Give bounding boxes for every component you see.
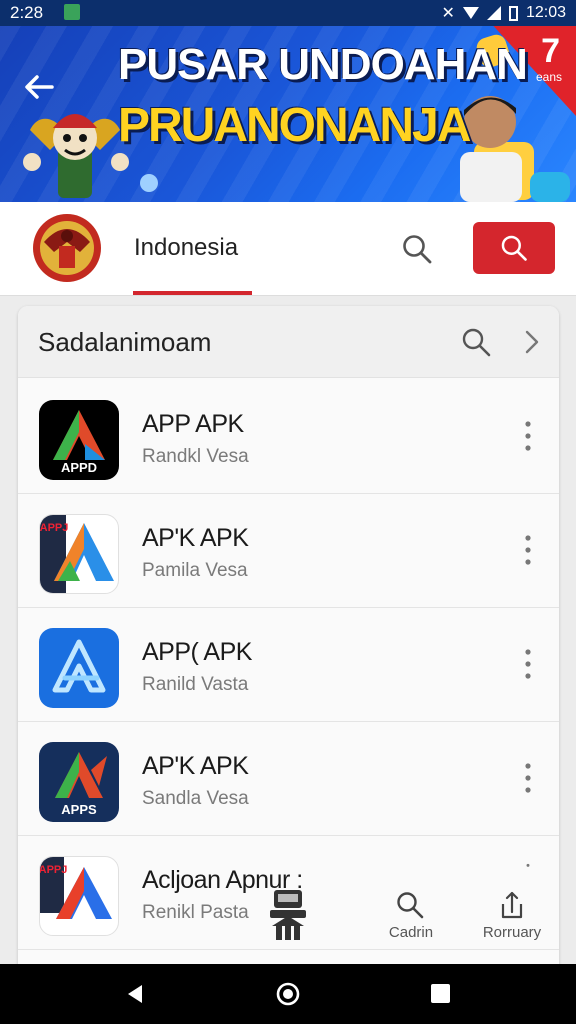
app-logo-icon: APPJ [40, 857, 112, 919]
banner-title-line2: PRUANONANJA [118, 99, 471, 152]
app-icon-text: APPJ [40, 864, 67, 876]
signal-icon [486, 6, 501, 20]
search-button[interactable] [473, 222, 555, 274]
wifi-icon [462, 7, 479, 19]
banner-title-line1: PUSAR UNDOAHAN [118, 40, 528, 89]
banner-badge-label: eans [535, 70, 562, 84]
banner-badge-number: 7 [541, 32, 560, 70]
list-item[interactable]: APPD APP APK Randkl Vesa [18, 380, 559, 494]
list-item[interactable]: APPS AP'K APK Sandla Vesa [18, 722, 559, 836]
list-item[interactable]: APP( APK Ranild Vasta [18, 608, 559, 722]
app-icon-text: APPS [61, 802, 97, 817]
app-icon: APPJ [39, 856, 119, 936]
banner-dice-decoration [530, 172, 570, 202]
tab-indonesia[interactable]: Indonesia [134, 234, 238, 262]
list-item[interactable]: APPJ AP'K APK Pamila Vesa [18, 494, 559, 608]
system-home-icon[interactable] [276, 982, 300, 1006]
more-vertical-icon[interactable] [518, 532, 538, 568]
status-bar: 2:28 ✕ 12:03 [0, 0, 576, 26]
nav-search-label[interactable]: Cadrin [376, 924, 446, 941]
nav-share-label[interactable]: Rorruary [472, 924, 552, 941]
garuda-mascot-illustration [23, 114, 129, 198]
bottom-navigation: Cadrin Rorruary [260, 880, 560, 960]
status-time: 2:28 [10, 3, 44, 22]
app-subtitle: Randkl Vesa [142, 446, 249, 467]
app-subtitle: Pamila Vesa [142, 560, 248, 581]
app-name: AP'K APK [142, 752, 249, 780]
app-icon: APPJ [39, 514, 119, 594]
app-logo-icon: APPD [53, 410, 105, 475]
app-name: APP( APK [142, 638, 252, 666]
battery-icon [508, 5, 518, 21]
search-icon[interactable] [395, 890, 425, 920]
notification-app-icon [64, 4, 80, 20]
search-icon [501, 235, 527, 261]
chevron-right-icon[interactable] [520, 328, 542, 356]
app-name: AP'K APK [142, 524, 249, 552]
status-right-time: 12:03 [525, 4, 566, 21]
app-icon-text: APPJ [40, 522, 68, 534]
app-name: APP APK [142, 410, 244, 438]
more-vertical-icon[interactable] [518, 646, 538, 682]
app-logo-icon: APPJ [40, 515, 114, 593]
app-icon-text: APPD [61, 460, 97, 475]
garuda-emblem-logo [33, 214, 101, 282]
more-vertical-icon[interactable] [518, 862, 538, 882]
app-icon: APPS [39, 742, 119, 822]
category-tab-bar: Indonesia [0, 202, 576, 296]
app-icon: APPD [39, 400, 119, 480]
app-subtitle: Ranild Vasta [142, 674, 249, 695]
panel-header: Sadalanimoam [18, 306, 559, 378]
system-recents-icon[interactable] [431, 984, 450, 1003]
search-icon[interactable] [460, 326, 492, 358]
promo-banner: 7 eans PUSAR UNDOAHAN PRUANONANJA [0, 26, 576, 202]
active-tab-indicator [133, 291, 252, 295]
app-subtitle: Renikl Pasta [142, 902, 249, 923]
status-indicators: ✕ 12:03 [442, 3, 566, 23]
panel-title: Sadalanimoam [38, 327, 212, 357]
app-subtitle: Sandla Vesa [142, 788, 249, 809]
more-vertical-icon[interactable] [518, 760, 538, 796]
mute-icon: ✕ [441, 5, 455, 22]
more-vertical-icon[interactable] [518, 418, 538, 454]
search-icon[interactable] [400, 232, 434, 266]
app-logo-icon: APPS [55, 752, 107, 817]
share-icon[interactable] [497, 890, 525, 920]
system-navigation-bar [0, 964, 576, 1024]
home-icon[interactable] [266, 886, 310, 942]
app-icon [39, 628, 119, 708]
app-logo-icon [52, 639, 106, 693]
banner-dice-decoration [140, 174, 158, 192]
system-back-icon[interactable] [126, 984, 144, 1004]
